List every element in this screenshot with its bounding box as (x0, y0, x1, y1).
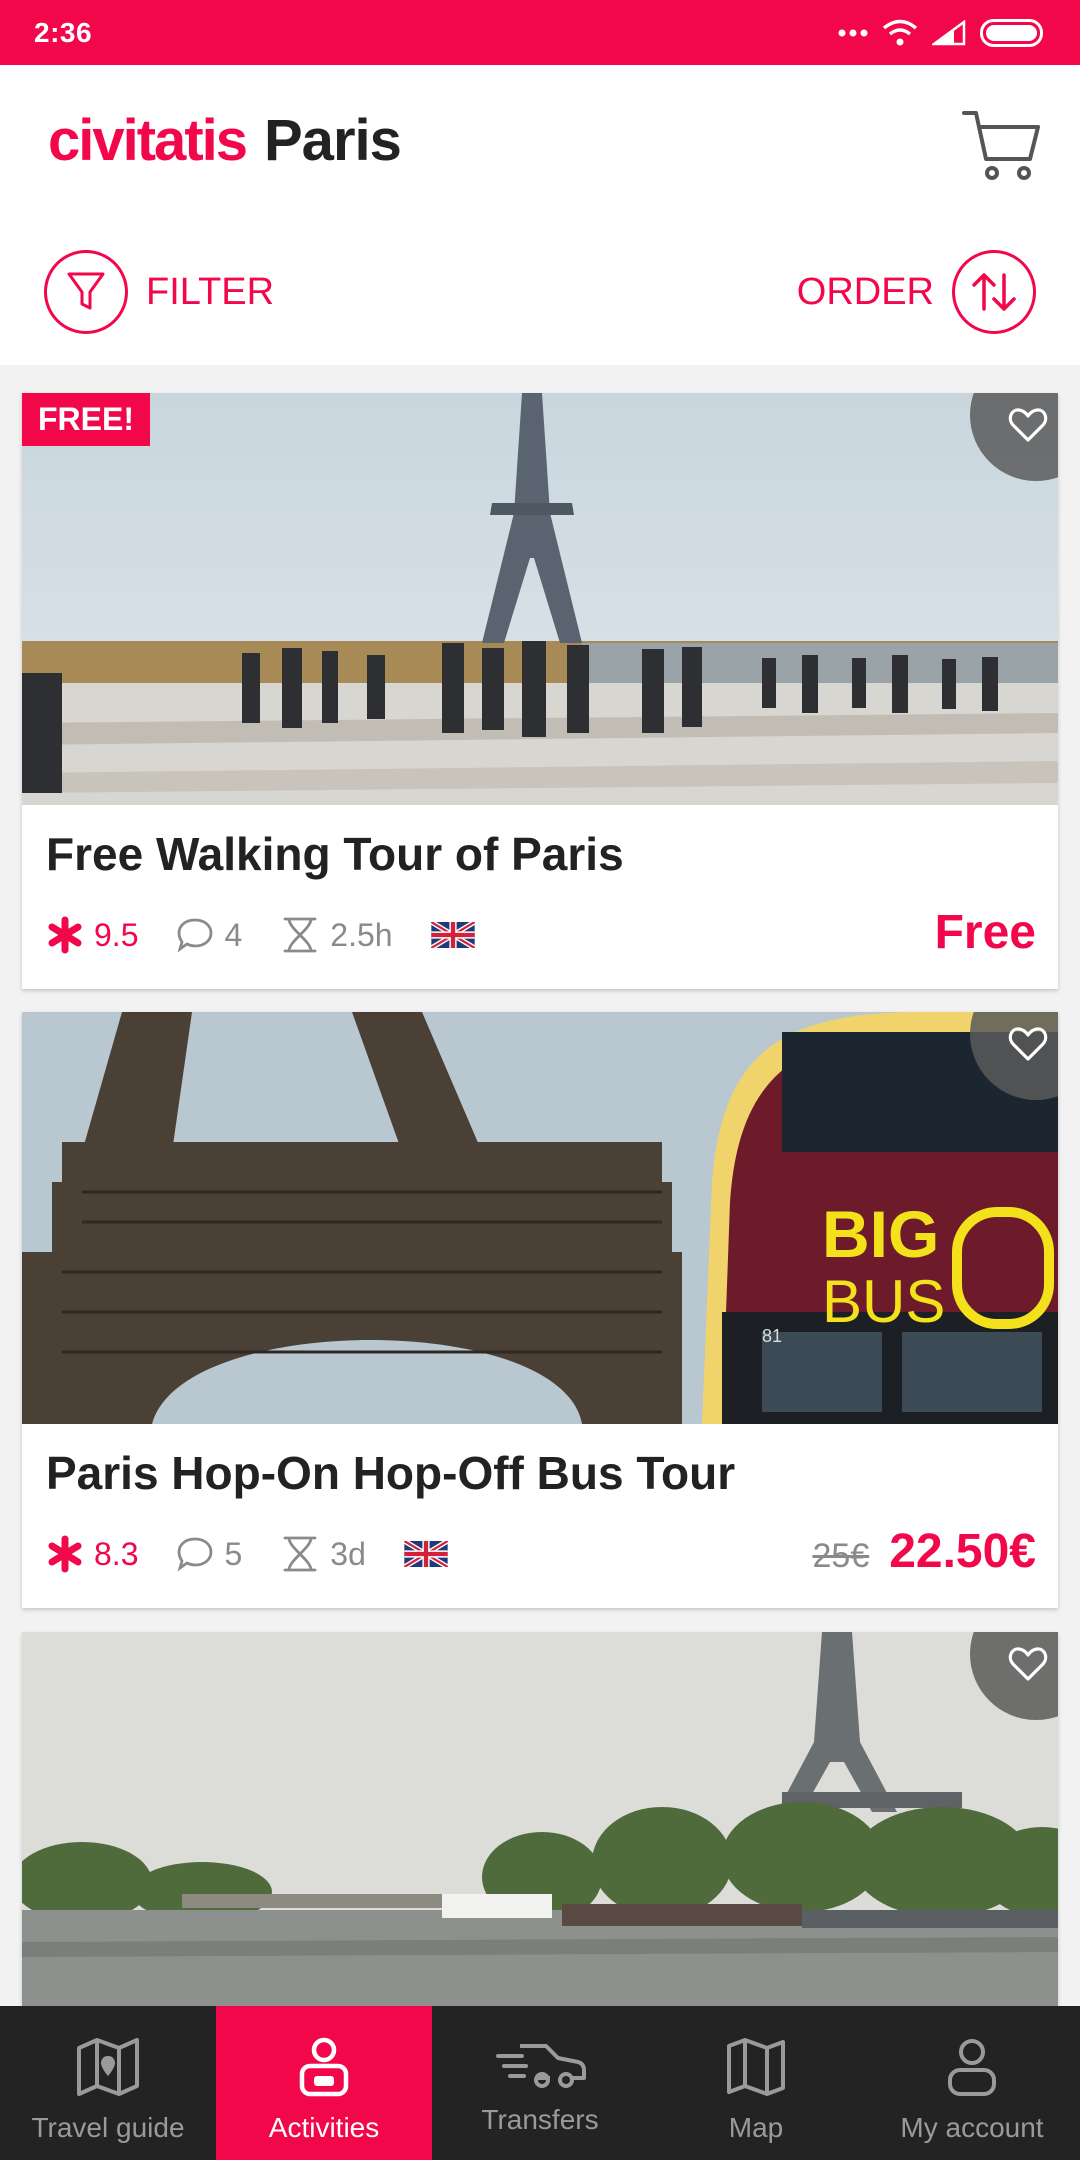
comment-icon (178, 1537, 213, 1572)
duration: 3d (280, 1534, 366, 1574)
activity-image (22, 1632, 1058, 2044)
order-button[interactable]: ORDER (797, 250, 1036, 334)
card-body: Paris Hop-On Hop-Off Bus Tour 8.3 5 3d 2… (22, 1424, 1058, 1608)
person-icon (299, 2037, 349, 2097)
nav-label: Activities (268, 2112, 380, 2143)
rating: 8.3 (46, 1535, 138, 1573)
price: 25€ 22.50€ (812, 1524, 1036, 1579)
duration-value: 3d (330, 1535, 366, 1572)
hourglass-icon (283, 1536, 317, 1572)
wifi-icon (882, 19, 918, 45)
card-body: Free Walking Tour of Paris 9.5 4 2.5h Fr… (22, 805, 1058, 989)
filter-button[interactable]: FILTER (44, 250, 274, 334)
nav-label: Transfers (481, 2104, 599, 2135)
nav-item-activities[interactable]: Activities (216, 2006, 432, 2160)
reviews-count: 4 (224, 916, 243, 953)
duration-value: 2.5h (330, 916, 393, 953)
nav-item-transfers[interactable]: Transfers (432, 2006, 648, 2160)
heart-icon (1008, 408, 1048, 442)
page-title: Paris (264, 108, 402, 173)
header: civitatis Paris FILTER ORDER (0, 65, 1080, 365)
eiffel-plaza-photo (22, 393, 1058, 805)
order-label: ORDER (796, 270, 934, 313)
more-dots-icon (838, 29, 868, 36)
reviews: 4 (176, 917, 242, 954)
brand: civitatis Paris (48, 107, 402, 174)
map-icon (727, 2038, 785, 2096)
sort-arrows-icon (972, 273, 1016, 311)
bus-brand-line1: BIG (822, 1197, 939, 1271)
filter-label: FILTER (146, 270, 275, 313)
activity-meta: 9.5 4 2.5h (46, 915, 475, 955)
hourglass-icon (283, 917, 317, 953)
filter-circle (44, 250, 128, 334)
cart-icon[interactable] (960, 103, 1044, 187)
funnel-icon (67, 272, 105, 310)
activity-meta: 8.3 5 3d (46, 1534, 448, 1574)
duration: 2.5h (280, 915, 393, 955)
status-bar: 2:36 (0, 0, 1080, 65)
order-circle (952, 250, 1036, 334)
activity-card[interactable] (22, 1632, 1058, 2044)
activity-image: FREE! (22, 393, 1058, 805)
uk-flag-icon (430, 922, 475, 948)
signal-icon (932, 19, 966, 45)
nav-item-my-account[interactable]: My account (864, 2006, 1080, 2160)
price: Free (935, 905, 1036, 960)
eiffel-bus-photo: BIG BUS 81 (22, 1012, 1058, 1424)
price-value: 22.50€ (889, 1525, 1036, 1578)
comment-icon (178, 918, 213, 953)
reviews-count: 5 (224, 1535, 243, 1572)
map-book-icon (77, 2038, 139, 2096)
activity-image: BIG BUS 81 (22, 1012, 1058, 1424)
bottom-nav: Travel guide Activities Transfers Map My… (0, 2006, 1080, 2160)
nav-label: Map (728, 2112, 784, 2143)
status-time: 2:36 (34, 16, 93, 48)
status-icons (838, 18, 1046, 47)
free-badge: FREE! (22, 393, 150, 446)
battery-icon (980, 18, 1043, 47)
heart-icon (1008, 1027, 1048, 1061)
nav-item-travel-guide[interactable]: Travel guide (0, 2006, 216, 2160)
activity-card[interactable]: BIG BUS 81 Paris Hop-On Hop-Off Bus Tour… (22, 1012, 1058, 1608)
civitatis-logo[interactable]: civitatis (48, 107, 248, 174)
bus-number: 81 (762, 1326, 782, 1346)
nav-label: Travel guide (31, 2112, 185, 2143)
rating-value: 8.3 (94, 1535, 139, 1572)
seine-river-photo (22, 1632, 1058, 2044)
account-icon (948, 2039, 996, 2096)
rating-star-icon (48, 1535, 82, 1573)
activity-title[interactable]: Free Walking Tour of Paris (46, 827, 624, 881)
rating-star-icon (48, 916, 82, 954)
rating: 9.5 (46, 916, 138, 954)
activity-title[interactable]: Paris Hop-On Hop-Off Bus Tour (46, 1446, 735, 1500)
bus-brand-line2: BUS (822, 1268, 945, 1335)
original-price: 25€ (812, 1537, 870, 1575)
heart-icon (1008, 1647, 1048, 1681)
nav-label: My account (900, 2112, 1044, 2143)
nav-item-map[interactable]: Map (648, 2006, 864, 2160)
reviews: 5 (176, 1536, 242, 1573)
price-value: Free (934, 906, 1036, 959)
rating-value: 9.5 (94, 916, 139, 953)
activity-card[interactable]: FREE! Free Walking Tour of Paris 9.5 4 2… (22, 393, 1058, 989)
uk-flag-icon (403, 1541, 448, 1567)
car-icon (496, 2044, 586, 2088)
